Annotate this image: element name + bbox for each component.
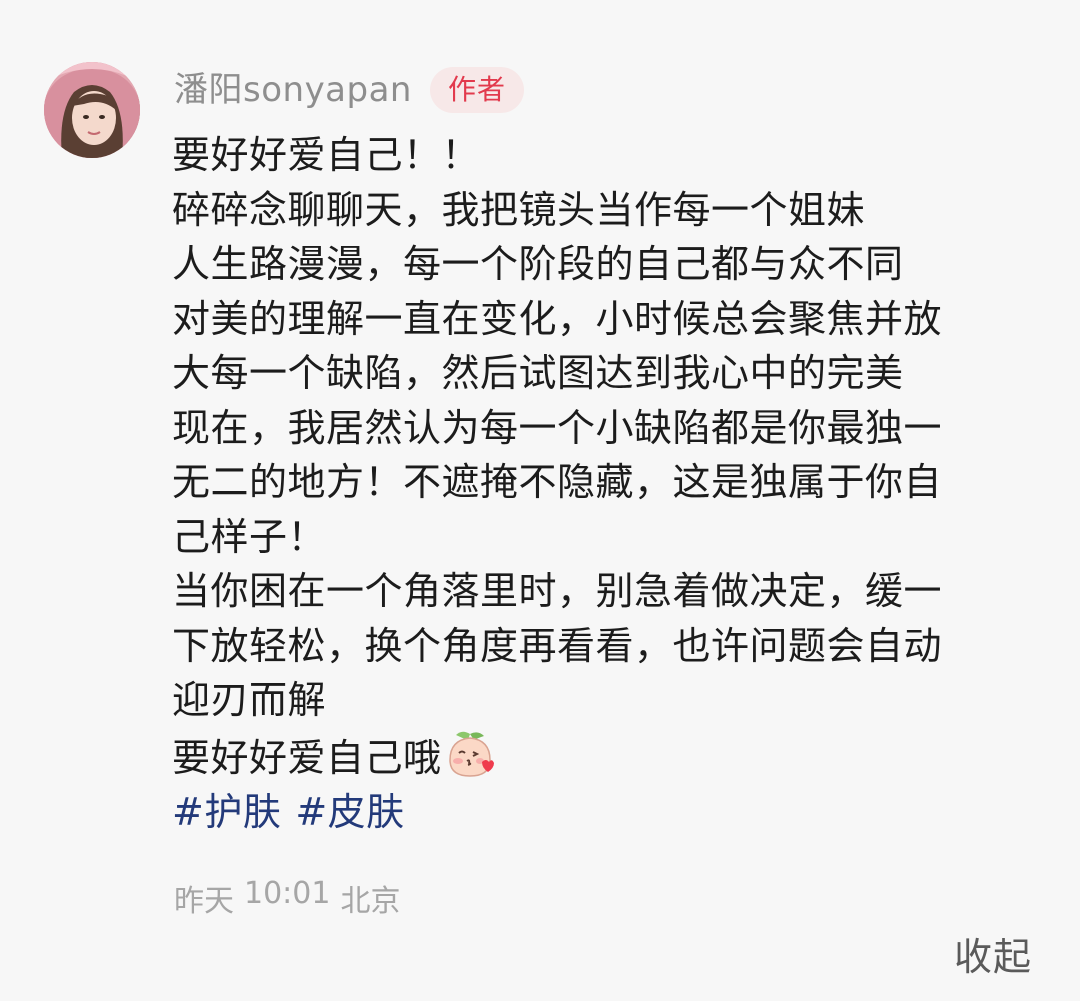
post-content: 要好好爱自己！！ 碎碎念聊聊天，我把镜头当作每一个姐妹 人生路漫漫，每一个阶段的…	[172, 128, 1032, 840]
tag-skincare[interactable]: #护肤	[172, 785, 281, 840]
tag-skin[interactable]: #皮肤	[295, 785, 404, 840]
comment-card: 潘阳sonyapan 作者 要好好爱自己！！ 碎碎念聊聊天，我把镜头当作每一个姐…	[0, 0, 1080, 1001]
author-row: 潘阳sonyapan 作者	[174, 64, 525, 116]
post-line: 要好好爱自己哦	[172, 735, 442, 780]
collapse-button[interactable]: 收起	[954, 926, 1032, 981]
peach-kiss-emoji-icon	[444, 728, 496, 780]
post-line: 现在，我居然认为每一个小缺陷都是你最独一	[172, 405, 943, 450]
post-line: 碎碎念聊聊天，我把镜头当作每一个姐妹	[172, 187, 866, 232]
post-location: 北京	[340, 884, 401, 919]
post-line: 要好好爱自己！！	[172, 133, 481, 177]
post-line: 无二的地方！不遮掩不隐藏，这是独属于你自	[172, 460, 943, 504]
author-name[interactable]: 潘阳sonyapan	[174, 73, 412, 107]
author-badge: 作者	[430, 67, 525, 113]
post-line: 迎刃而解	[172, 678, 327, 722]
post-line: 己样子！	[172, 514, 327, 559]
post-line: 下放轻松，换个角度再看看，也许问题会自动	[172, 623, 943, 668]
post-line: 对美的理解一直在变化，小时候总会聚焦并放	[172, 296, 943, 341]
post-date: 昨天	[174, 884, 234, 919]
post-meta: 昨天 10:01 北京	[174, 876, 400, 920]
post-line: 大每一个缺陷，然后试图达到我心中的完美	[172, 351, 904, 395]
post-time: 10:01	[244, 876, 331, 911]
avatar-photo-icon	[44, 62, 140, 158]
post-line: 当你困在一个角落里时，别急着做决定，缓一	[172, 569, 943, 613]
post-line-with-emoji: 要好好爱自己哦	[172, 728, 1032, 786]
tag-list: #护肤 #皮肤	[172, 785, 1032, 840]
avatar[interactable]	[44, 62, 140, 158]
post-line: 人生路漫漫，每一个阶段的自己都与众不同	[172, 242, 904, 286]
